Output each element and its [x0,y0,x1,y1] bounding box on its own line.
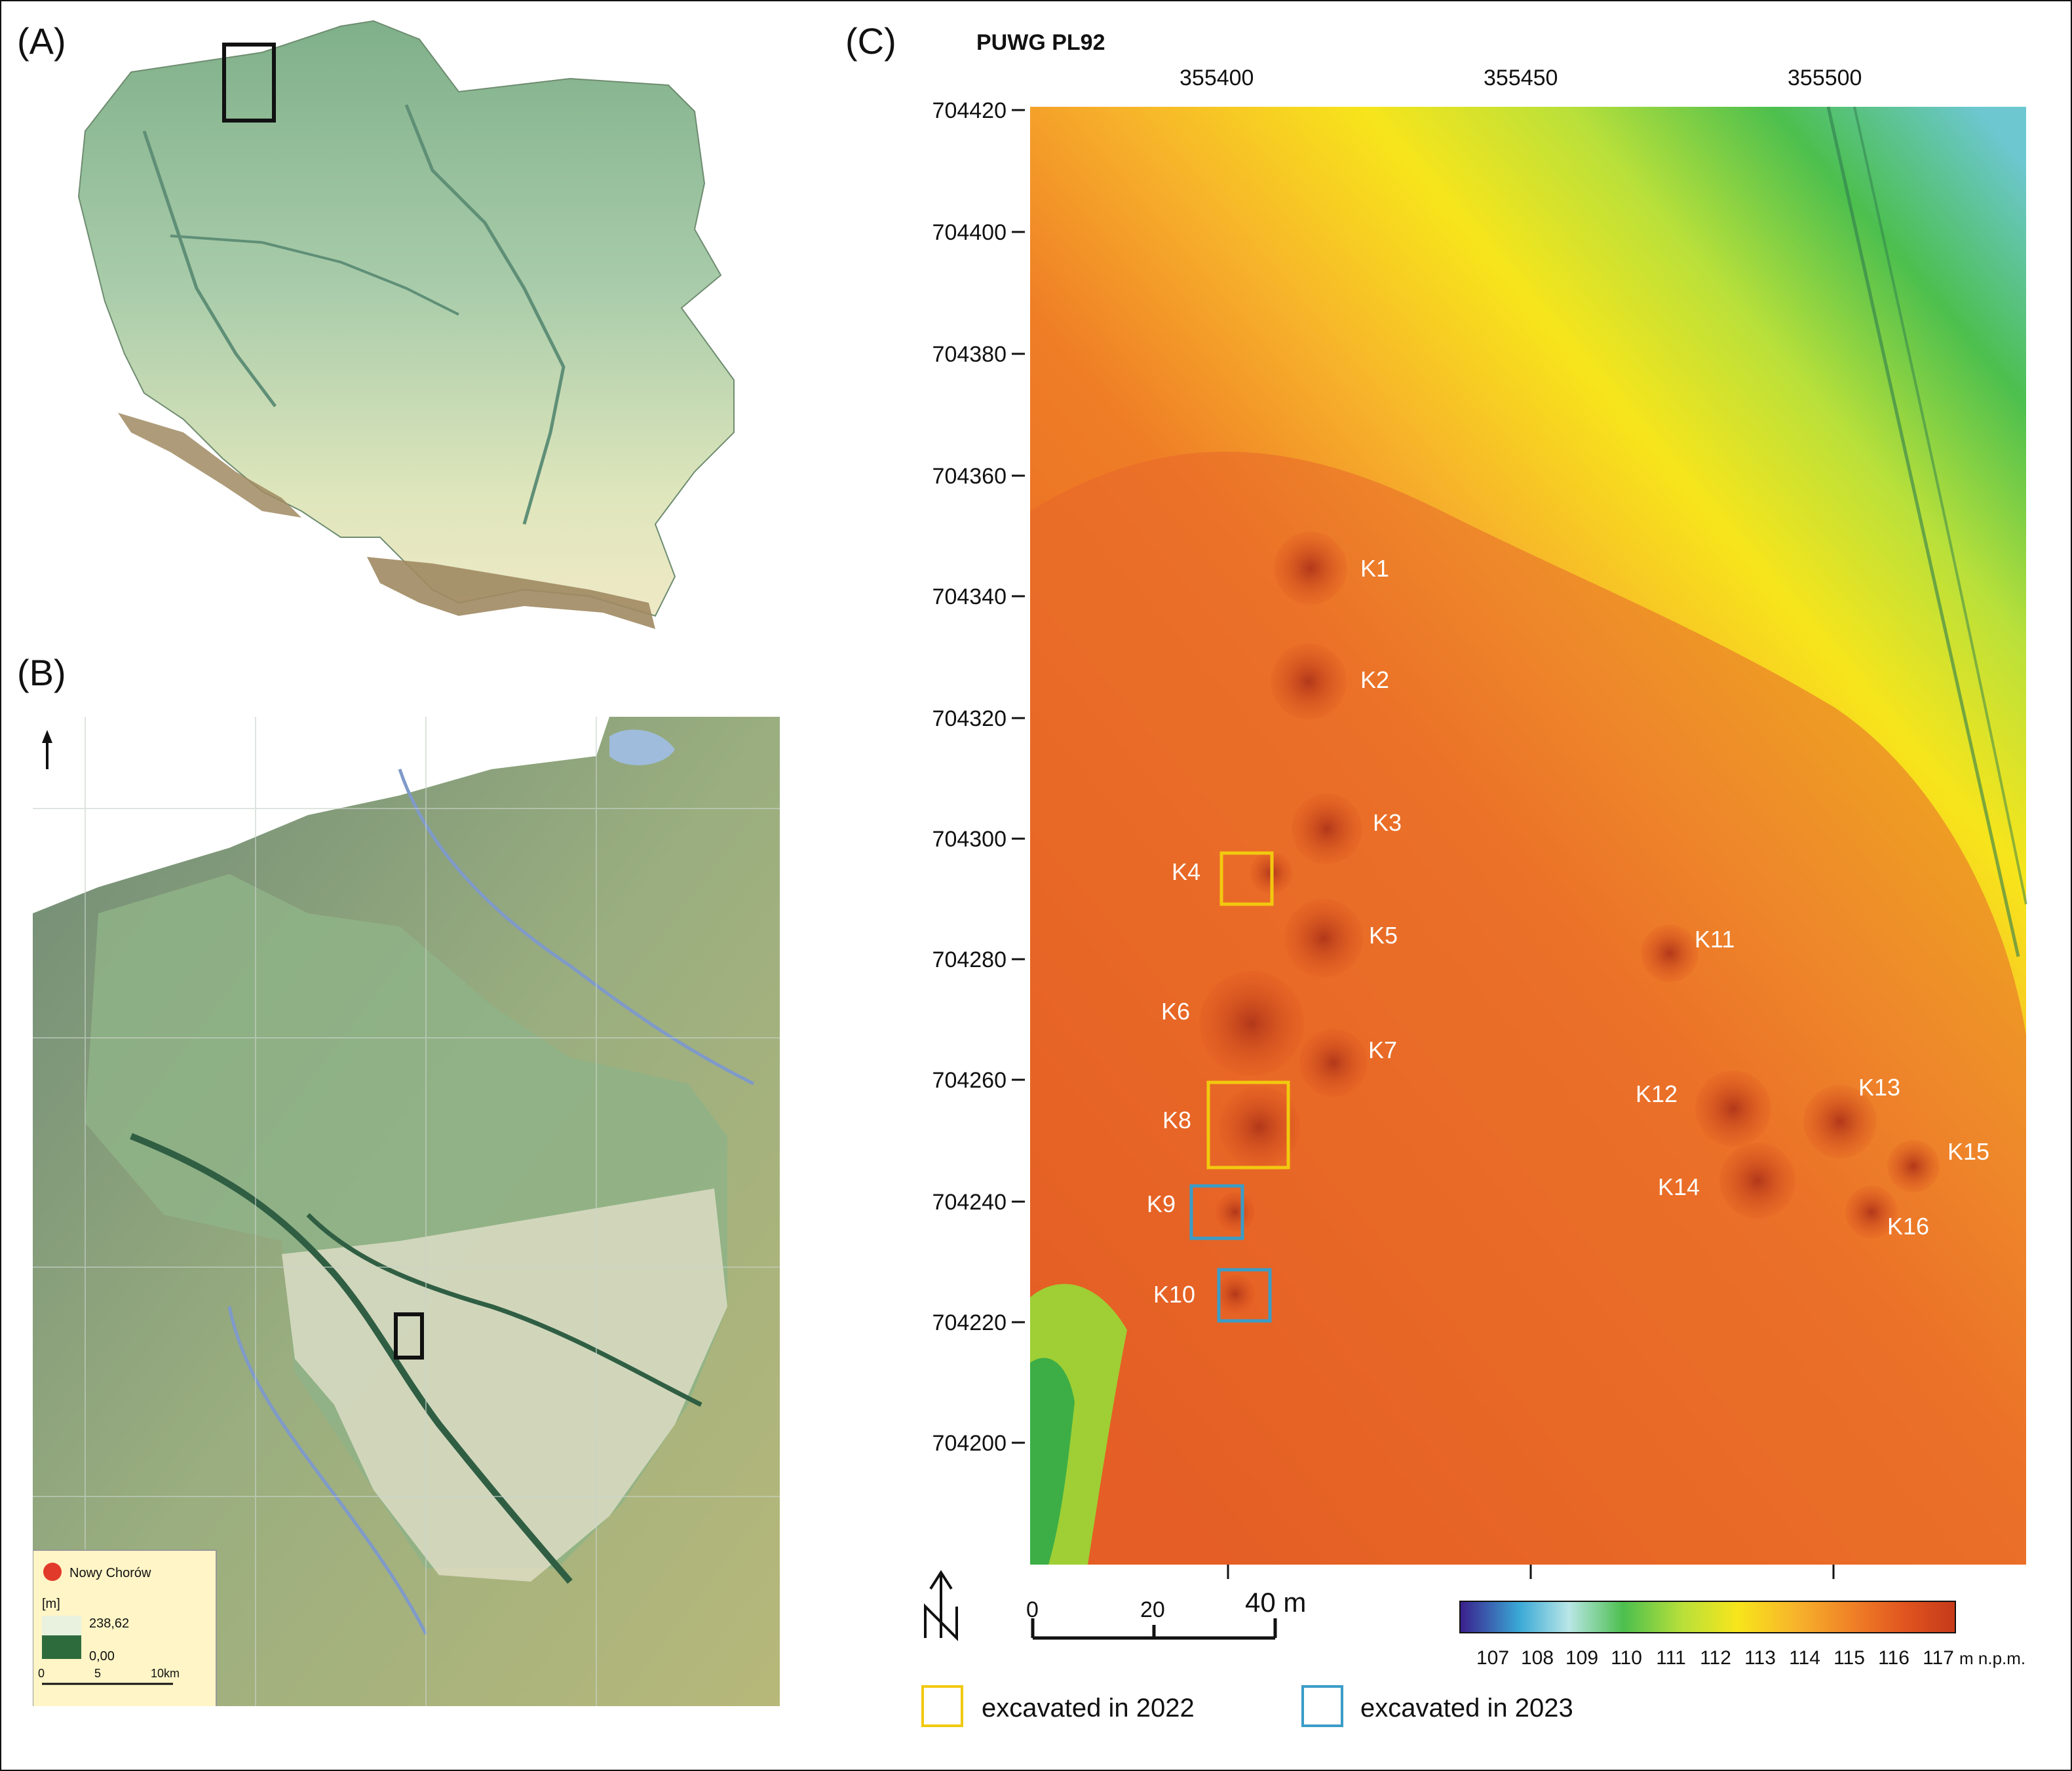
site-name: Nowy Chorów [69,1566,151,1580]
label-K15: K15 [1947,1138,1989,1165]
label-K11: K11 [1695,926,1735,953]
elev-tick-109: 109 [1565,1647,1598,1669]
x-axis-ticks-bottom [1227,1565,1835,1579]
mound-K2 [1271,643,1347,719]
elev-tick-110: 110 [1611,1647,1642,1669]
mound-K10 [1216,1274,1255,1314]
legend-label-2022: excavated in 2022 [982,1694,1195,1723]
elev-tick-116: 116 [1878,1647,1909,1669]
label-K7: K7 [1368,1037,1397,1063]
x-tick-355500: 355500 [1788,66,1862,90]
y-tick-704380: 704380 [932,342,1007,367]
y-tick-704260: 704260 [932,1068,1007,1093]
y-tick-704240: 704240 [932,1190,1007,1215]
mound-K6 [1199,971,1304,1076]
y-tick-704200: 704200 [932,1431,1007,1456]
scale-tick-40m: 40 m [1245,1587,1306,1618]
dem-unit: [m] [42,1597,60,1611]
site-marker [43,1563,62,1581]
label-K13: K13 [1858,1074,1900,1101]
elev-tick-107: 107 [1476,1647,1509,1669]
scale-tick-10km: 10km [151,1667,180,1680]
scale-bar: 0 20 40 m [1026,1587,1306,1640]
excavation-legend: excavated in 2022 excavated in 2023 [921,1685,1573,1727]
dem-raster [1030,106,2027,1565]
mound-K9 [1216,1192,1255,1232]
y-tick-704320: 704320 [932,706,1007,731]
label-K1: K1 [1360,555,1389,582]
dem-max: 238,62 [89,1616,129,1631]
y-axis-ticks [1012,109,1025,1444]
mound-K7 [1299,1029,1368,1097]
legend-swatch-2023 [1301,1685,1343,1727]
label-K3: K3 [1373,809,1402,836]
mound-K11 [1641,924,1698,982]
elev-tick-114: 114 [1789,1647,1820,1669]
y-tick-704340: 704340 [932,584,1007,609]
y-tick-704280: 704280 [932,947,1007,972]
dem-min: 0,00 [89,1649,115,1664]
y-tick-704300: 704300 [932,827,1007,852]
mound-K12 [1695,1071,1771,1147]
mound-K14 [1719,1143,1795,1219]
elev-tick-108: 108 [1521,1647,1554,1669]
mound-K1 [1274,531,1347,605]
label-K4: K4 [1172,858,1200,885]
legend-swatch-2022 [921,1685,963,1727]
elevation-legend: 107 108 109 110 111 112 113 114 115 116 … [1459,1601,2025,1669]
poland-outline [77,20,735,617]
mound-K15 [1887,1140,1940,1192]
north-arrow-c [924,1570,958,1641]
panel-b-label: (B) [17,652,66,693]
panel-a-label: (A) [17,20,66,62]
legend-b: Nowy Chorów [m] 238,62 0,00 0 5 10km [33,1550,217,1706]
elev-tick-115: 115 [1833,1647,1865,1669]
panel-a-poland-map [77,20,735,629]
label-K10: K10 [1153,1281,1195,1308]
mound-K3 [1292,793,1362,864]
label-K14: K14 [1658,1173,1700,1200]
x-axis: 355400 355450 355500 [1180,66,1862,90]
label-K16: K16 [1887,1213,1929,1240]
scale-tick-5: 5 [94,1667,101,1680]
label-K8: K8 [1162,1107,1191,1133]
label-K2: K2 [1360,666,1389,693]
mound-K5 [1284,899,1363,978]
scale-tick-0: 0 [1026,1597,1039,1622]
label-K6: K6 [1161,998,1190,1025]
x-tick-355400: 355400 [1180,66,1254,90]
label-K12: K12 [1636,1080,1678,1107]
label-K9: K9 [1147,1190,1176,1217]
y-tick-704360: 704360 [932,464,1007,489]
x-tick-355450: 355450 [1484,66,1558,90]
panel-b-regional-map: Nowy Chorów [m] 238,62 0,00 0 5 10km [33,717,780,1706]
y-tick-704400: 704400 [932,220,1007,245]
panel-c-site-map: K1 K2 K3 K4 K5 K6 K7 K8 K9 K10 K11 K12 K… [921,66,2027,1727]
elev-tick-112: 112 [1700,1647,1731,1669]
y-axis: 704420 704400 704380 704360 704340 70432… [932,98,1007,1456]
elev-tick-117: 117 [1923,1647,1954,1669]
label-K5: K5 [1369,922,1398,949]
y-tick-704220: 704220 [932,1310,1007,1335]
legend-label-2023: excavated in 2023 [1360,1694,1573,1723]
scale-tick-0: 0 [38,1667,45,1680]
elev-tick-111: 111 [1656,1647,1686,1669]
scale-tick-20: 20 [1140,1597,1165,1622]
y-tick-704420: 704420 [932,98,1007,123]
elev-tick-113: 113 [1744,1647,1776,1669]
elev-unit: m n.p.m. [1959,1648,2025,1668]
